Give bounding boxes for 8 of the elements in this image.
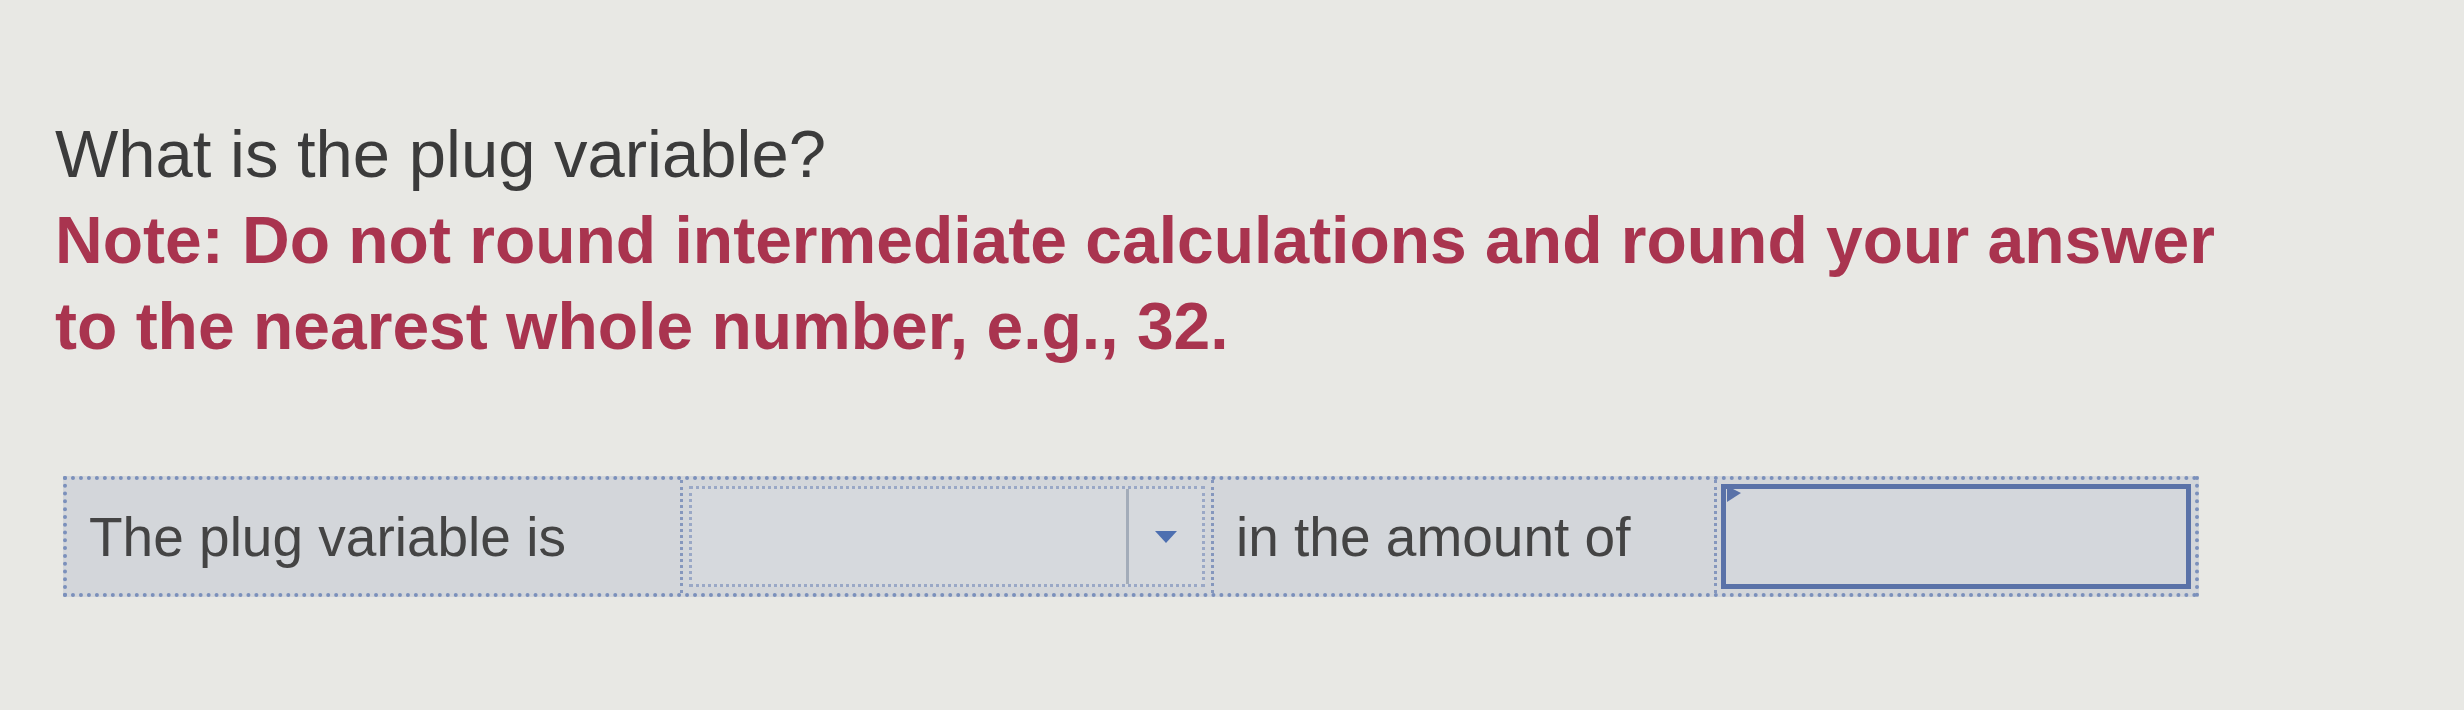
answer-label: in the amount of [1236, 504, 1631, 569]
flag-marker-icon [1727, 486, 1741, 502]
dropdown-field[interactable] [689, 486, 1205, 587]
caret-down-icon [1154, 530, 1177, 543]
amount-input[interactable] [1721, 484, 2191, 589]
note-text: Note: Do not round intermediate calculations and round your answer to the nearest whole number, e.g., 32. [55, 202, 2216, 365]
question-text: What is the plug variable? [55, 116, 826, 192]
answer-label: The plug variable is [89, 504, 566, 569]
